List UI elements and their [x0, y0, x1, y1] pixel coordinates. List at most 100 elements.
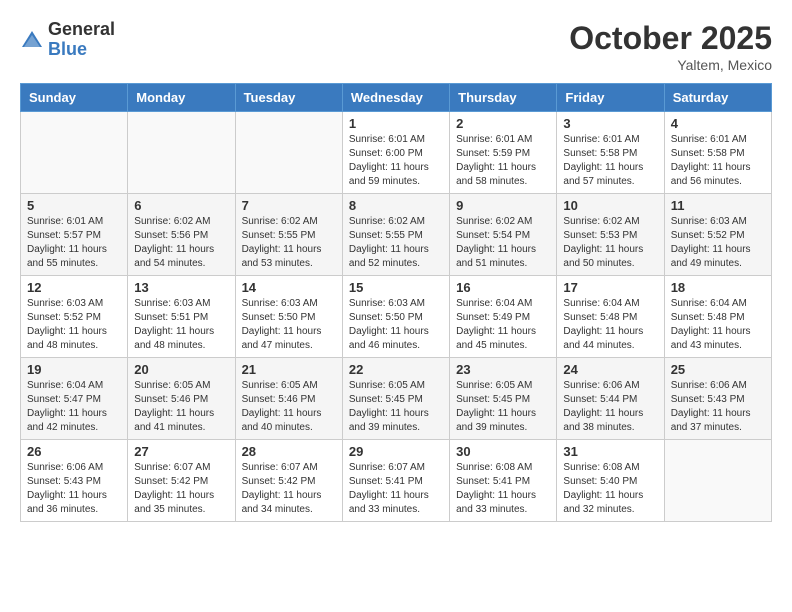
- weekday-header-friday: Friday: [557, 84, 664, 112]
- location: Yaltem, Mexico: [569, 57, 772, 73]
- logo-general: General: [48, 20, 115, 40]
- cell-content: Sunrise: 6:05 AM Sunset: 5:46 PM Dayligh…: [134, 379, 228, 435]
- cell-content: Sunrise: 6:01 AM Sunset: 5:58 PM Dayligh…: [671, 133, 765, 189]
- day-number: 20: [134, 362, 228, 377]
- calendar-cell: [235, 112, 342, 194]
- logo: General Blue: [20, 20, 115, 60]
- calendar-cell: 3 Sunrise: 6:01 AM Sunset: 5:58 PM Daylig…: [557, 112, 664, 194]
- weekday-header-sunday: Sunday: [21, 84, 128, 112]
- day-number: 16: [456, 280, 550, 295]
- calendar-cell: 22 Sunrise: 6:05 AM Sunset: 5:45 PM Dayli…: [342, 358, 449, 440]
- week-row-4: 26 Sunrise: 6:06 AM Sunset: 5:43 PM Dayli…: [21, 440, 772, 522]
- day-number: 21: [242, 362, 336, 377]
- logo-text: General Blue: [48, 20, 115, 60]
- day-number: 15: [349, 280, 443, 295]
- page-header: General Blue October 2025 Yaltem, Mexico: [20, 20, 772, 73]
- calendar-cell: 23 Sunrise: 6:05 AM Sunset: 5:45 PM Dayli…: [450, 358, 557, 440]
- day-number: 24: [563, 362, 657, 377]
- cell-content: Sunrise: 6:01 AM Sunset: 6:00 PM Dayligh…: [349, 133, 443, 189]
- day-number: 3: [563, 116, 657, 131]
- cell-content: Sunrise: 6:04 AM Sunset: 5:48 PM Dayligh…: [671, 297, 765, 353]
- day-number: 9: [456, 198, 550, 213]
- day-number: 6: [134, 198, 228, 213]
- calendar-cell: 20 Sunrise: 6:05 AM Sunset: 5:46 PM Dayli…: [128, 358, 235, 440]
- calendar-cell: 21 Sunrise: 6:05 AM Sunset: 5:46 PM Dayli…: [235, 358, 342, 440]
- day-number: 7: [242, 198, 336, 213]
- weekday-header-tuesday: Tuesday: [235, 84, 342, 112]
- cell-content: Sunrise: 6:04 AM Sunset: 5:48 PM Dayligh…: [563, 297, 657, 353]
- cell-content: Sunrise: 6:03 AM Sunset: 5:50 PM Dayligh…: [349, 297, 443, 353]
- logo-icon: [20, 29, 44, 53]
- day-number: 10: [563, 198, 657, 213]
- cell-content: Sunrise: 6:03 AM Sunset: 5:52 PM Dayligh…: [671, 215, 765, 271]
- calendar-table: SundayMondayTuesdayWednesdayThursdayFrid…: [20, 83, 772, 522]
- cell-content: Sunrise: 6:03 AM Sunset: 5:50 PM Dayligh…: [242, 297, 336, 353]
- calendar-cell: 10 Sunrise: 6:02 AM Sunset: 5:53 PM Dayli…: [557, 194, 664, 276]
- day-number: 30: [456, 444, 550, 459]
- day-number: 31: [563, 444, 657, 459]
- calendar-cell: 9 Sunrise: 6:02 AM Sunset: 5:54 PM Daylig…: [450, 194, 557, 276]
- calendar-cell: 18Sunrise: 6:04 AM Sunset: 5:48 PM Dayli…: [664, 276, 771, 358]
- cell-content: Sunrise: 6:01 AM Sunset: 5:58 PM Dayligh…: [563, 133, 657, 189]
- day-number: 26: [27, 444, 121, 459]
- cell-content: Sunrise: 6:03 AM Sunset: 5:51 PM Dayligh…: [134, 297, 228, 353]
- calendar-cell: 31 Sunrise: 6:08 AM Sunset: 5:40 PM Dayli…: [557, 440, 664, 522]
- calendar-cell: 11Sunrise: 6:03 AM Sunset: 5:52 PM Dayli…: [664, 194, 771, 276]
- day-number: 27: [134, 444, 228, 459]
- calendar-cell: 14Sunrise: 6:03 AM Sunset: 5:50 PM Dayli…: [235, 276, 342, 358]
- day-number: 23: [456, 362, 550, 377]
- cell-content: Sunrise: 6:02 AM Sunset: 5:55 PM Dayligh…: [242, 215, 336, 271]
- title-section: October 2025 Yaltem, Mexico: [569, 20, 772, 73]
- cell-content: Sunrise: 6:05 AM Sunset: 5:45 PM Dayligh…: [456, 379, 550, 435]
- calendar-cell: 16 Sunrise: 6:04 AM Sunset: 5:49 PM Dayli…: [450, 276, 557, 358]
- day-number: 8: [349, 198, 443, 213]
- day-number: 13: [134, 280, 228, 295]
- week-row-1: 5 Sunrise: 6:01 AM Sunset: 5:57 PM Daylig…: [21, 194, 772, 276]
- weekday-header-row: SundayMondayTuesdayWednesdayThursdayFrid…: [21, 84, 772, 112]
- cell-content: Sunrise: 6:08 AM Sunset: 5:40 PM Dayligh…: [563, 461, 657, 517]
- calendar-cell: [128, 112, 235, 194]
- weekday-header-wednesday: Wednesday: [342, 84, 449, 112]
- calendar-cell: 4 Sunrise: 6:01 AM Sunset: 5:58 PM Daylig…: [664, 112, 771, 194]
- calendar-cell: 12 Sunrise: 6:03 AM Sunset: 5:52 PM Dayli…: [21, 276, 128, 358]
- day-number: 25: [671, 362, 765, 377]
- cell-content: Sunrise: 6:06 AM Sunset: 5:43 PM Dayligh…: [27, 461, 121, 517]
- day-number: 19: [27, 362, 121, 377]
- day-number: 2: [456, 116, 550, 131]
- week-row-2: 12 Sunrise: 6:03 AM Sunset: 5:52 PM Dayli…: [21, 276, 772, 358]
- cell-content: Sunrise: 6:03 AM Sunset: 5:52 PM Dayligh…: [27, 297, 121, 353]
- day-number: 28: [242, 444, 336, 459]
- calendar-cell: 24 Sunrise: 6:06 AM Sunset: 5:44 PM Dayli…: [557, 358, 664, 440]
- cell-content: Sunrise: 6:02 AM Sunset: 5:53 PM Dayligh…: [563, 215, 657, 271]
- cell-content: Sunrise: 6:01 AM Sunset: 5:57 PM Dayligh…: [27, 215, 121, 271]
- cell-content: Sunrise: 6:06 AM Sunset: 5:43 PM Dayligh…: [671, 379, 765, 435]
- logo-blue: Blue: [48, 40, 115, 60]
- cell-content: Sunrise: 6:02 AM Sunset: 5:56 PM Dayligh…: [134, 215, 228, 271]
- cell-content: Sunrise: 6:05 AM Sunset: 5:46 PM Dayligh…: [242, 379, 336, 435]
- calendar-cell: 13 Sunrise: 6:03 AM Sunset: 5:51 PM Dayli…: [128, 276, 235, 358]
- cell-content: Sunrise: 6:05 AM Sunset: 5:45 PM Dayligh…: [349, 379, 443, 435]
- week-row-0: 1 Sunrise: 6:01 AM Sunset: 6:00 PM Daylig…: [21, 112, 772, 194]
- cell-content: Sunrise: 6:04 AM Sunset: 5:49 PM Dayligh…: [456, 297, 550, 353]
- calendar-cell: 28 Sunrise: 6:07 AM Sunset: 5:42 PM Dayli…: [235, 440, 342, 522]
- calendar-cell: [21, 112, 128, 194]
- calendar-cell: 6 Sunrise: 6:02 AM Sunset: 5:56 PM Daylig…: [128, 194, 235, 276]
- cell-content: Sunrise: 6:02 AM Sunset: 5:54 PM Dayligh…: [456, 215, 550, 271]
- calendar-cell: 17Sunrise: 6:04 AM Sunset: 5:48 PM Dayli…: [557, 276, 664, 358]
- calendar-cell: 29 Sunrise: 6:07 AM Sunset: 5:41 PM Dayli…: [342, 440, 449, 522]
- day-number: 5: [27, 198, 121, 213]
- cell-content: Sunrise: 6:06 AM Sunset: 5:44 PM Dayligh…: [563, 379, 657, 435]
- calendar-cell: 15 Sunrise: 6:03 AM Sunset: 5:50 PM Dayli…: [342, 276, 449, 358]
- day-number: 4: [671, 116, 765, 131]
- calendar-cell: 7 Sunrise: 6:02 AM Sunset: 5:55 PM Daylig…: [235, 194, 342, 276]
- cell-content: Sunrise: 6:07 AM Sunset: 5:42 PM Dayligh…: [242, 461, 336, 517]
- calendar-cell: 2Sunrise: 6:01 AM Sunset: 5:59 PM Daylig…: [450, 112, 557, 194]
- calendar-cell: 25 Sunrise: 6:06 AM Sunset: 5:43 PM Dayli…: [664, 358, 771, 440]
- day-number: 29: [349, 444, 443, 459]
- cell-content: Sunrise: 6:07 AM Sunset: 5:41 PM Dayligh…: [349, 461, 443, 517]
- day-number: 22: [349, 362, 443, 377]
- day-number: 12: [27, 280, 121, 295]
- calendar-cell: [664, 440, 771, 522]
- cell-content: Sunrise: 6:02 AM Sunset: 5:55 PM Dayligh…: [349, 215, 443, 271]
- day-number: 1: [349, 116, 443, 131]
